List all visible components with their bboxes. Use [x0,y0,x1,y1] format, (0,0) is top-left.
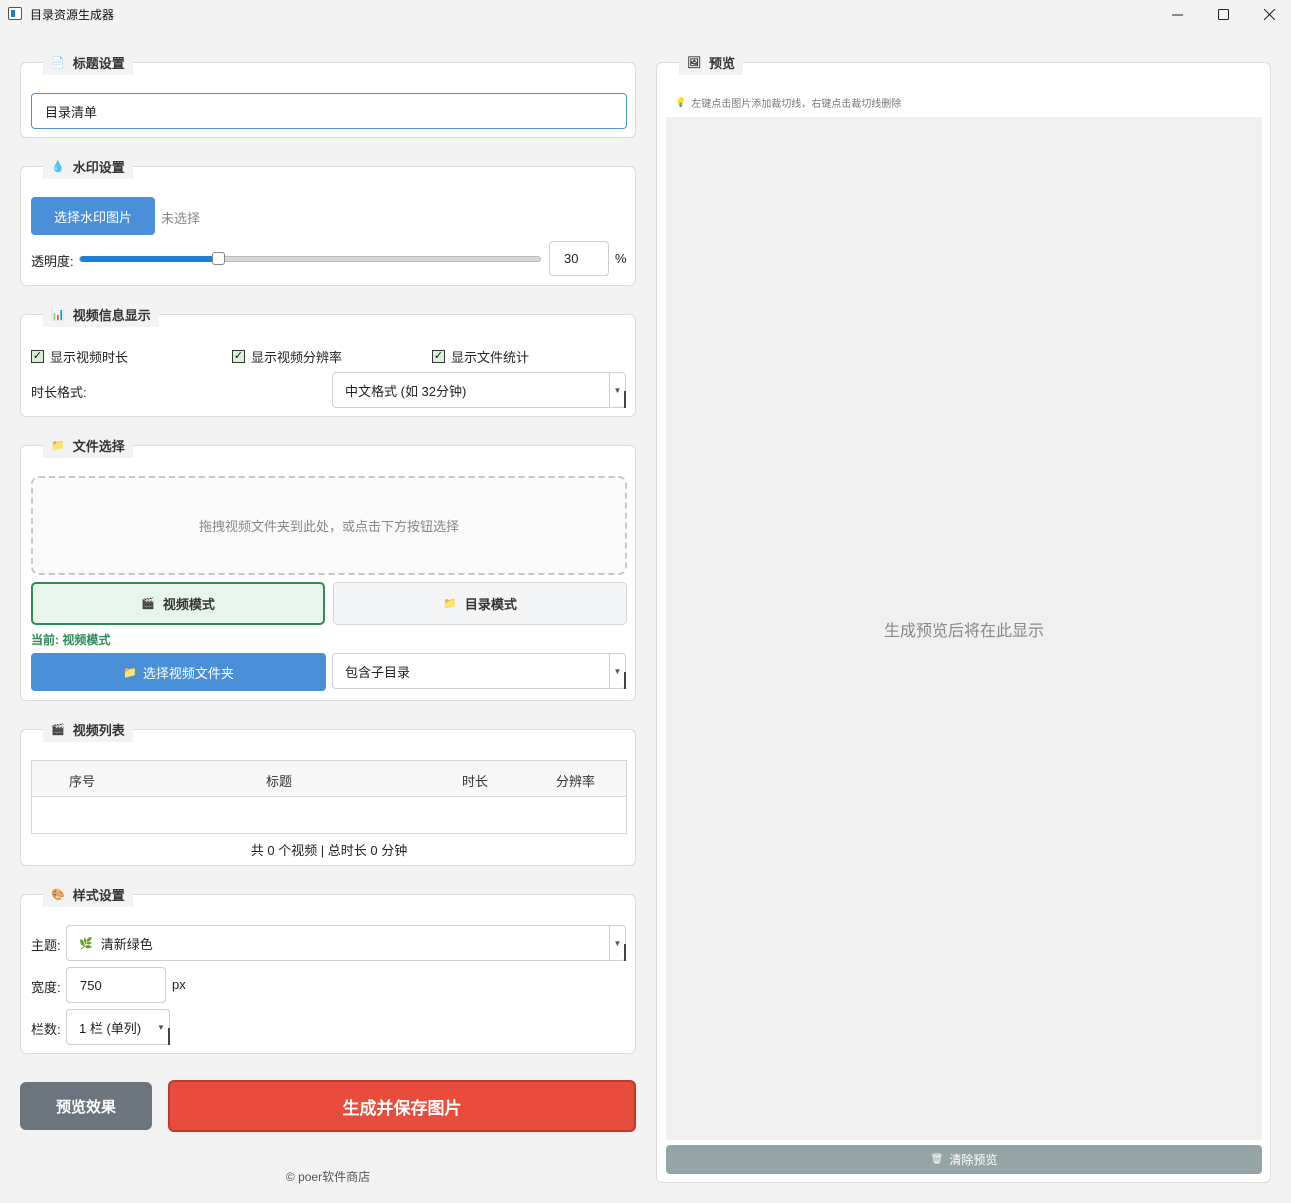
title-bar: 目录资源生成器 [0,0,1291,28]
select-video-folder-button[interactable]: 📁 选择视频文件夹 [31,653,326,691]
opacity-spinbox[interactable]: 30 [549,241,609,276]
video-info-group: 📊 视频信息显示 ✓ 显示视频时长 ✓ 显示视频分辨率 ✓ 显示文件统计 时长格式: … [20,301,636,417]
duration-format-select[interactable]: 中文格式 (如 32分钟) ▼ [332,372,626,408]
preview-heading: 🖼 预览 [679,49,743,75]
subdirectory-select[interactable]: 包含子目录 ▼ [332,653,626,689]
droplet-icon: 💧 [51,160,65,173]
clapperboard-icon: 🎬 [51,723,65,736]
title-input[interactable]: 目录清单 [31,93,627,129]
folder-icon: 📁 [123,666,137,679]
columns-select[interactable]: 1 栏 (单列) ▼ [66,1009,170,1045]
title-settings-group: 📄 标题设置 目录清单 [20,49,636,138]
window-title: 目录资源生成器 [30,8,115,22]
trash-icon: 🗑 [930,1154,944,1165]
clear-preview-button[interactable]: 🗑 清除预览 [666,1145,1262,1174]
width-unit: px [172,977,186,992]
preview-effect-button[interactable]: 预览效果 [20,1082,152,1130]
lightbulb-icon: 💡 [675,97,687,107]
image-icon: 🖼 [687,56,701,69]
chevron-down-icon: ▼ [609,926,625,960]
video-table[interactable]: 序号 标题 时长 分辨率 [31,760,627,834]
column-header-title[interactable]: 标题 [266,771,292,790]
select-watermark-button[interactable]: 选择水印图片 [31,197,155,235]
close-icon [1263,8,1275,20]
video-mode-button[interactable]: 🎬 视频模式 [31,582,325,625]
title-settings-heading: 📄 标题设置 [43,49,133,75]
palette-icon: 🎨 [51,888,65,901]
column-header-index[interactable]: 序号 [69,771,95,790]
file-select-group: 📁 文件选择 拖拽视频文件夹到此处，或点击下方按钮选择 🎬 视频模式 📁 目录模式 … [20,432,636,701]
opacity-label: 透明度: [31,254,74,269]
bar-chart-icon: 📊 [51,308,65,321]
file-select-heading: 📁 文件选择 [43,432,133,458]
video-list-heading: 🎬 视频列表 [43,716,133,742]
document-icon: 📄 [51,56,65,69]
style-group: 🎨 样式设置 主题: 🌿 清新绿色 ▼ 宽度: 750 px 栏数: 1 栏 (单… [20,881,636,1054]
preview-hint: 💡 左键点击图片添加裁切线，右键点击裁切线删除 [675,97,902,110]
minimize-icon [1171,14,1183,15]
video-info-heading: 📊 视频信息显示 [43,301,159,327]
watermark-status: 未选择 [161,211,201,226]
opacity-slider[interactable] [79,252,541,265]
folder-icon: 📁 [51,439,65,452]
folder-icon: 📁 [443,598,457,610]
show-resolution-checkbox[interactable]: ✓ 显示视频分辨率 [232,347,342,366]
clapperboard-icon: 🎬 [141,598,155,610]
opacity-slider-handle[interactable] [212,252,225,265]
checkmark-icon: ✓ [31,350,44,363]
generate-save-button[interactable]: 生成并保存图片 [168,1080,636,1132]
checkmark-icon: ✓ [232,350,245,363]
directory-mode-button[interactable]: 📁 目录模式 [333,582,627,625]
width-input[interactable]: 750 [66,967,166,1003]
minimize-button[interactable] [1154,0,1200,28]
columns-label: 栏数: [31,1022,61,1037]
table-header: 序号 标题 时长 分辨率 [32,761,626,797]
column-header-duration[interactable]: 时长 [462,771,488,790]
chevron-down-icon: ▼ [609,373,625,407]
style-heading: 🎨 样式设置 [43,881,133,907]
show-duration-checkbox[interactable]: ✓ 显示视频时长 [31,347,128,366]
video-list-group: 🎬 视频列表 序号 标题 时长 分辨率 共 0 个视频 | 总时长 0 分钟 [20,716,636,866]
app-icon [8,7,22,20]
theme-label: 主题: [31,938,61,953]
opacity-unit: % [615,251,627,266]
chevron-down-icon: ▼ [609,654,625,688]
drop-zone[interactable]: 拖拽视频文件夹到此处，或点击下方按钮选择 [31,476,627,575]
close-button[interactable] [1246,0,1291,28]
watermark-group: 💧 水印设置 选择水印图片 未选择 透明度: 30 % [20,153,636,286]
duration-format-label: 时长格式: [31,385,87,400]
copyright-footer: © poer软件商店 [285,1170,371,1184]
maximize-icon [1217,8,1229,20]
opacity-slider-fill [80,256,219,262]
current-mode-text: 当前: 视频模式 [31,633,111,647]
preview-group: 🖼 预览 💡 左键点击图片添加裁切线，右键点击裁切线删除 生成预览后将在此显示 🗑… [656,49,1271,1183]
chevron-down-icon: ▼ [157,1022,165,1032]
video-summary: 共 0 个视频 | 总时长 0 分钟 [250,843,408,858]
watermark-heading: 💧 水印设置 [43,153,133,179]
theme-select[interactable]: 🌿 清新绿色 ▼ [66,925,626,961]
leaf-icon: 🌿 [79,937,93,950]
preview-canvas[interactable]: 生成预览后将在此显示 [666,117,1262,1140]
width-label: 宽度: [31,980,61,995]
maximize-button[interactable] [1200,0,1246,28]
show-stats-checkbox[interactable]: ✓ 显示文件统计 [432,347,529,366]
checkmark-icon: ✓ [432,350,445,363]
column-header-resolution[interactable]: 分辨率 [556,771,595,790]
